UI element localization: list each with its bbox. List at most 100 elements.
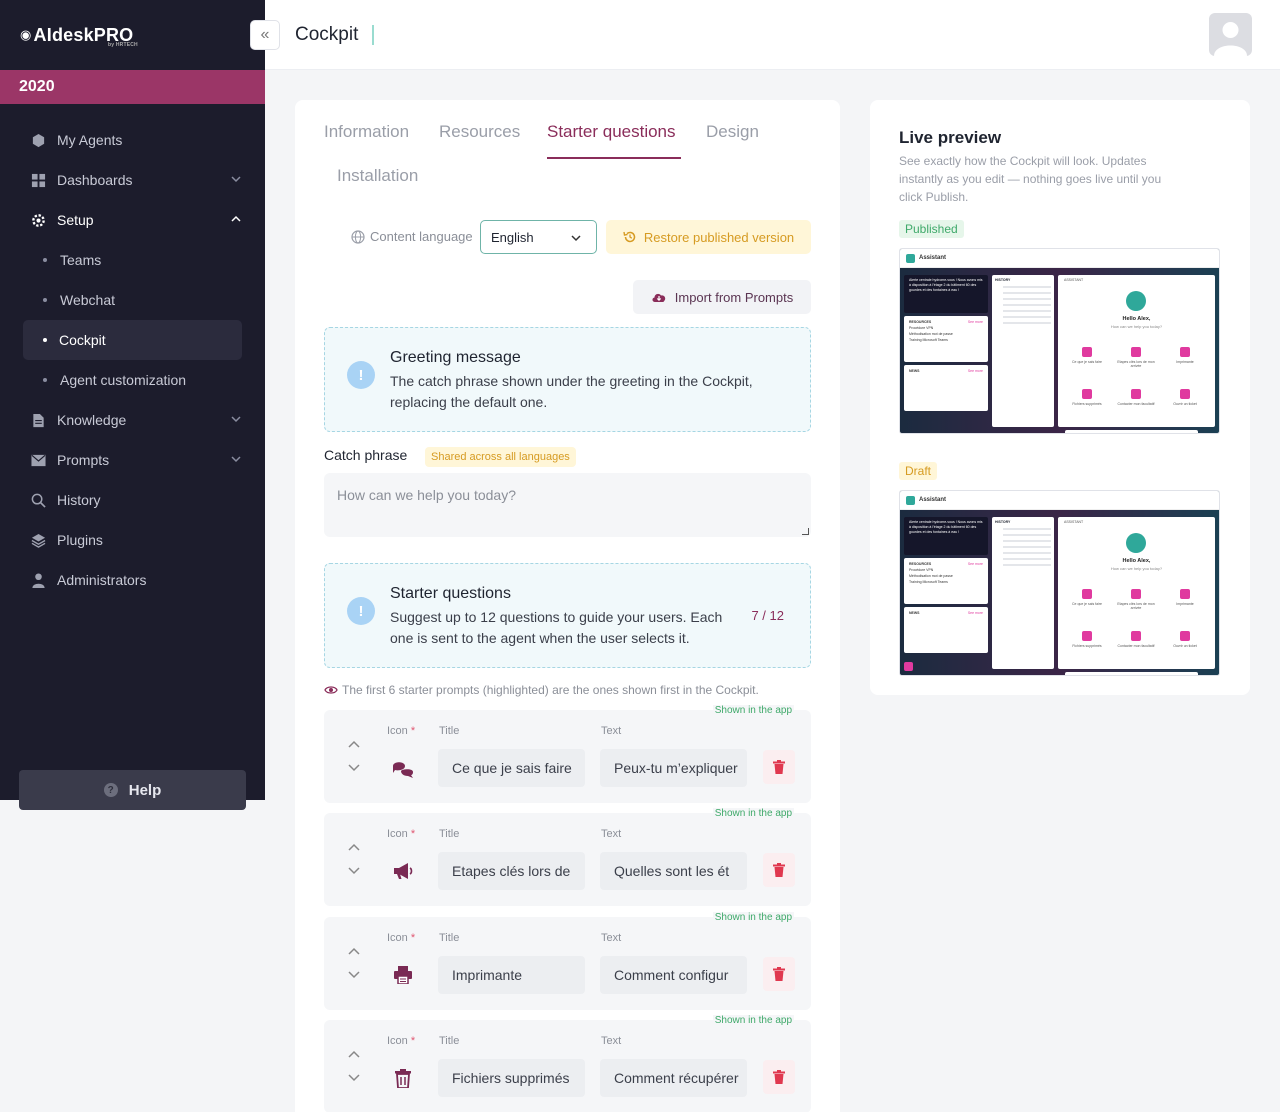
tab-information[interactable]: Information [324,122,409,142]
sidebar-item-label: Dashboards [57,172,133,188]
user-icon [30,572,46,588]
content-language-select[interactable]: English [480,220,597,254]
top-header: Cockpit [265,0,1280,70]
text-column-label: Text [601,932,622,944]
starter-title: Starter questions [390,585,511,602]
catch-phrase-input[interactable]: How can we help you today? [324,473,811,537]
gear-icon [30,212,46,228]
sidebar-item-label: Administrators [57,572,147,588]
avatar[interactable] [1209,13,1252,56]
preview-left-column: Alerte centrale hydrome-vous ! Nous avon… [904,275,988,411]
year-selector[interactable]: 2020 [0,70,265,104]
title-column-label: Title [439,1035,460,1047]
catch-phrase-placeholder: How can we help you today? [337,487,516,503]
greeting-title: Greeting message [390,349,521,366]
icon-picker[interactable] [384,1059,422,1097]
sidebar-item-dashboards[interactable]: Dashboards [0,160,265,200]
reorder-arrows-icon[interactable] [347,947,361,983]
sidebar-nav: My Agents Dashboards Setup Teams Webchat… [0,104,265,600]
sidebar-item-my-agents[interactable]: My Agents [0,120,265,160]
sidebar-item-label: Knowledge [57,412,127,428]
sidebar-item-setup[interactable]: Setup [0,200,265,240]
question-title-input[interactable]: Etapes clés lors de [438,852,585,890]
chevron-down-icon[interactable] [229,412,243,426]
sidebar-item-label: History [57,492,101,508]
tab-resources[interactable]: Resources [439,122,520,142]
reorder-arrows-icon[interactable] [347,843,361,879]
question-title-input[interactable]: Fichiers supprimés [438,1059,585,1097]
chevron-down-icon [571,235,581,242]
sidebar-item-prompts[interactable]: Prompts [0,440,265,480]
resize-handle[interactable] [802,528,809,535]
delete-question-button[interactable] [763,750,795,784]
page-title: Cockpit [295,24,359,45]
live-preview-description: See exactly how the Cockpit will look. U… [899,154,1162,204]
chevron-down-icon[interactable] [229,452,243,466]
help-button[interactable]: ? Help [19,770,246,810]
title-caret [372,25,374,45]
tab-installation[interactable]: Installation [337,166,418,186]
greeting-info-box: ! Greeting message The catch phrase show… [324,327,811,432]
brand-logo[interactable]: ◉ AIdeskPRO by HRTECH [0,0,265,70]
question-text-input[interactable]: Comment récupérer [600,1059,747,1097]
chat-bubbles-icon [393,762,413,778]
tab-starter-questions[interactable]: Starter questions [547,122,676,142]
eye-icon [324,686,338,694]
sidebar-item-plugins[interactable]: Plugins [0,520,265,560]
chevron-down-icon[interactable] [229,172,243,186]
dashboard-icon [30,172,46,188]
chevron-up-icon[interactable] [229,212,243,226]
sidebar-subitem-teams[interactable]: Teams [0,240,265,280]
question-text-input[interactable]: Peux-tu m’expliquer [600,749,747,787]
delete-question-button[interactable] [763,853,795,887]
starter-info-box: ! Starter questions Suggest up to 12 que… [324,563,811,668]
preview-assistant: ASSISTANT Hello Alex, How can we help yo… [1058,275,1215,427]
question-title-input[interactable]: Imprimante [438,956,585,994]
document-icon [30,412,46,428]
reorder-arrows-icon[interactable] [347,1050,361,1086]
trash-icon [773,863,785,877]
restore-published-button[interactable]: Restore published version [606,220,811,254]
draft-badge: Draft [899,462,938,480]
starter-question-row: Shown in the app Icon * Title Text Fichi… [324,1015,811,1112]
sidebar-subitem-webchat[interactable]: Webchat [0,280,265,320]
megaphone-icon [394,863,413,879]
question-title-input[interactable]: Ce que je sais faire [438,749,585,787]
live-preview-card: Live preview See exactly how the Cockpit… [870,100,1250,695]
starter-count: 7 / 12 [751,608,784,623]
title-column-label: Title [439,932,460,944]
starter-question-row: Shown in the app Icon * Title Text Impri… [324,912,811,1010]
agents-icon [30,132,46,148]
sidebar-item-label: Setup [57,212,94,228]
import-from-prompts-button[interactable]: Import from Prompts [633,280,811,314]
globe-icon [351,229,365,244]
icon-column-label: Icon * [387,725,416,737]
sidebar-item-administrators[interactable]: Administrators [0,560,265,600]
icon-picker[interactable] [384,852,422,890]
icon-picker[interactable] [384,956,422,994]
sidebar-subitem-agent-customization[interactable]: Agent customization [0,360,265,400]
preview-left-column: Alerte centrale hydrome-vous ! Nous avon… [904,517,988,653]
starter-text-line2: one is sent to the agent when the user s… [390,630,690,646]
delete-question-button[interactable] [763,957,795,991]
preview-history: HISTORY [992,517,1054,669]
tab-design[interactable]: Design [706,122,759,142]
delete-question-button[interactable] [763,1060,795,1094]
greeting-text-line1: The catch phrase shown under the greetin… [390,373,753,389]
question-text-input[interactable]: Quelles sont les ét [600,852,747,890]
sidebar-item-knowledge[interactable]: Knowledge [0,400,265,440]
preview-topbar: Assistant [900,491,1219,510]
icon-picker[interactable] [384,749,422,787]
envelope-icon [30,452,46,468]
layers-icon [30,532,46,548]
collapse-sidebar-button[interactable]: « [250,20,280,50]
question-text-input[interactable]: Comment configur [600,956,747,994]
sidebar-item-history[interactable]: History [0,480,265,520]
preview-chat-bar [1065,672,1198,675]
user-avatar-icon [1214,22,1247,56]
reorder-arrows-icon[interactable] [347,740,361,776]
selected-language: English [491,229,534,245]
published-preview: Assistant Alerte centrale hydrome-vous !… [899,248,1220,434]
sidebar-subitem-cockpit[interactable]: Cockpit [23,320,242,360]
icon-column-label: Icon * [387,932,416,944]
